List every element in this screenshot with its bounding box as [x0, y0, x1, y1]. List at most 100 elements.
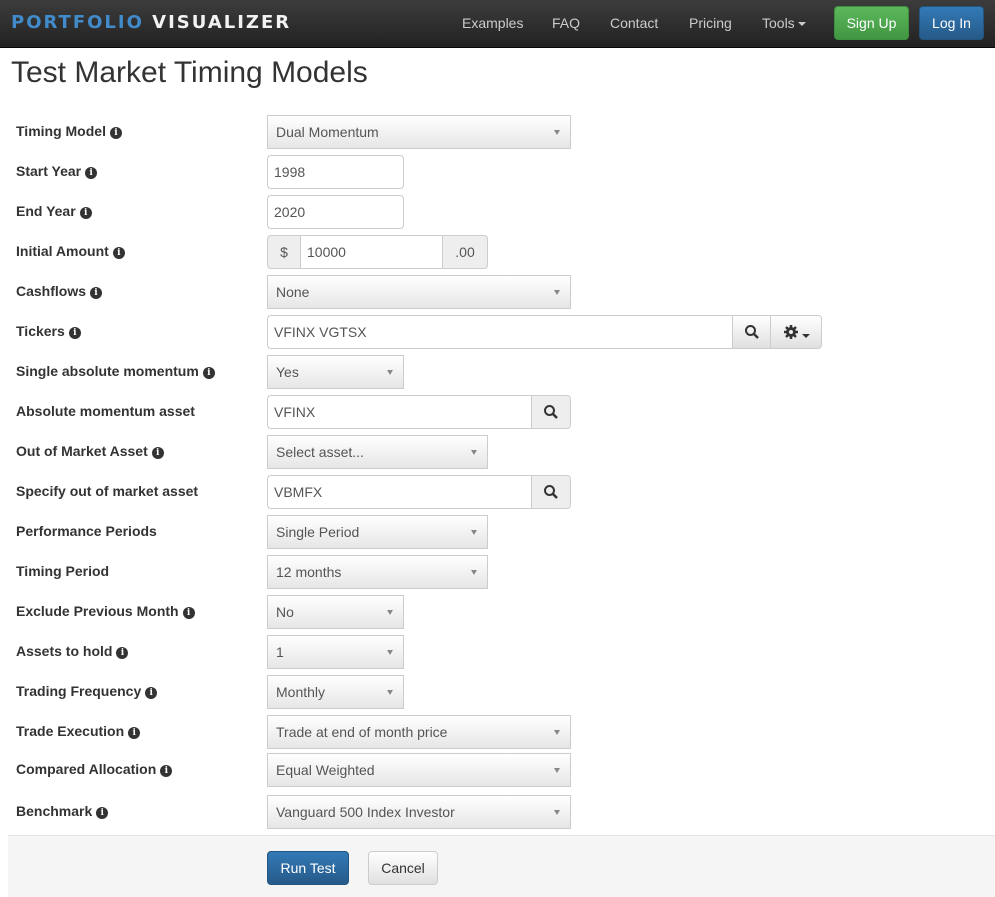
compared-allocation-label: Compared Allocation i — [16, 761, 173, 777]
page-title: Test Market Timing Models — [11, 56, 368, 89]
out-of-market-asset-label: Out of Market Asset i — [16, 443, 164, 459]
out-asset-search-button[interactable] — [531, 475, 571, 509]
caret-down-icon — [801, 334, 810, 339]
dropdown-arrow-icon — [387, 650, 393, 655]
info-icon[interactable]: i — [128, 727, 141, 739]
exclude-prev-month-label: Exclude Previous Month i — [16, 603, 195, 619]
row-single-abs-momentum: Single absolute momentum i Yes — [0, 355, 995, 389]
timing-model-select[interactable]: Dual Momentum — [267, 115, 571, 149]
dropdown-arrow-icon — [471, 450, 477, 455]
out-of-market-asset-select[interactable]: Select asset... — [267, 435, 488, 469]
abs-momentum-asset-label: Absolute momentum asset — [16, 403, 195, 419]
sign-up-button[interactable]: Sign Up — [834, 6, 909, 40]
tickers-label: Tickers i — [16, 323, 81, 339]
info-icon[interactable]: i — [182, 607, 195, 619]
row-performance-periods: Performance Periods Single Period — [0, 515, 995, 549]
info-icon[interactable]: i — [151, 447, 164, 459]
cashflows-select[interactable]: None — [267, 275, 571, 309]
row-timing-period: Timing Period 12 months — [0, 555, 995, 589]
nav-examples[interactable]: Examples — [462, 15, 523, 31]
benchmark-label: Benchmark i — [16, 803, 109, 819]
info-icon[interactable]: i — [145, 687, 158, 699]
dropdown-arrow-icon — [554, 810, 560, 815]
end-year-input[interactable]: 2020 — [267, 195, 404, 229]
run-test-button[interactable]: Run Test — [267, 851, 349, 885]
info-icon[interactable]: i — [202, 367, 215, 379]
nav-tools-label: Tools — [762, 15, 795, 31]
row-trade-execution: Trade Execution i Trade at end of month p… — [0, 715, 995, 749]
assets-to-hold-label: Assets to hold i — [16, 643, 129, 659]
cancel-button[interactable]: Cancel — [368, 851, 438, 885]
info-icon[interactable]: i — [68, 327, 81, 339]
trade-execution-select[interactable]: Trade at end of month price — [267, 715, 571, 749]
abs-momentum-search-button[interactable] — [531, 395, 571, 429]
row-specify-out-asset: Specify out of market asset VBMFX — [0, 475, 995, 509]
row-start-year: Start Year i 1998 — [0, 155, 995, 189]
specify-out-asset-input[interactable]: VBMFX — [267, 475, 532, 509]
search-icon — [544, 485, 558, 499]
single-abs-momentum-label: Single absolute momentum i — [16, 363, 215, 379]
tickers-settings-button[interactable] — [770, 315, 822, 349]
tickers-search-button[interactable] — [732, 315, 771, 349]
exclude-prev-month-select[interactable]: No — [267, 595, 404, 629]
timing-period-label: Timing Period — [16, 563, 110, 579]
nav-contact[interactable]: Contact — [610, 15, 658, 31]
form-actions-footer — [8, 835, 995, 897]
dropdown-arrow-icon — [471, 570, 477, 575]
info-icon[interactable]: i — [109, 127, 122, 139]
compared-allocation-select[interactable]: Equal Weighted — [267, 753, 571, 787]
timing-model-label: Timing Model i — [16, 123, 122, 139]
brand-logo[interactable]: PORTFOLIO VISUALIZER — [11, 12, 291, 33]
start-year-label: Start Year i — [16, 163, 98, 179]
nav-pricing[interactable]: Pricing — [689, 15, 732, 31]
info-icon[interactable]: i — [96, 807, 109, 819]
dropdown-arrow-icon — [554, 290, 560, 295]
info-icon[interactable]: i — [79, 207, 92, 219]
nav-faq[interactable]: FAQ — [552, 15, 580, 31]
info-icon[interactable]: i — [112, 247, 125, 259]
log-in-button[interactable]: Log In — [919, 6, 984, 40]
trade-execution-label: Trade Execution i — [16, 723, 141, 739]
start-year-input[interactable]: 1998 — [267, 155, 404, 189]
initial-amount-input[interactable]: 10000 — [300, 235, 443, 269]
trading-frequency-select[interactable]: Monthly — [267, 675, 404, 709]
row-out-of-market-asset: Out of Market Asset i Select asset... — [0, 435, 995, 469]
brand-part1: PORTFOLIO — [11, 12, 144, 33]
info-icon[interactable]: i — [160, 765, 173, 777]
single-abs-momentum-select[interactable]: Yes — [267, 355, 404, 389]
benchmark-select[interactable]: Vanguard 500 Index Investor — [267, 795, 571, 829]
gear-icon — [783, 325, 798, 339]
navbar: PORTFOLIO VISUALIZER Examples FAQ Contac… — [0, 0, 995, 48]
dropdown-arrow-icon — [554, 730, 560, 735]
nav-tools[interactable]: Tools — [762, 15, 806, 31]
cashflows-label: Cashflows i — [16, 283, 103, 299]
row-exclude-prev-month: Exclude Previous Month i No — [0, 595, 995, 629]
dropdown-arrow-icon — [387, 690, 393, 695]
row-tickers: Tickers i VFINX VGTSX — [0, 315, 995, 349]
cents-suffix: .00 — [442, 235, 488, 269]
trading-frequency-label: Trading Frequency i — [16, 683, 158, 699]
row-trading-frequency: Trading Frequency i Monthly — [0, 675, 995, 709]
info-icon[interactable]: i — [90, 287, 103, 299]
dropdown-arrow-icon — [554, 130, 560, 135]
row-end-year: End Year i 2020 — [0, 195, 995, 229]
brand-part2: VISUALIZER — [152, 12, 292, 33]
search-icon — [744, 325, 759, 339]
timing-period-select[interactable]: 12 months — [267, 555, 488, 589]
search-icon — [544, 405, 558, 419]
currency-prefix: $ — [267, 235, 301, 269]
row-timing-model: Timing Model i Dual Momentum — [0, 115, 995, 149]
row-benchmark: Benchmark i Vanguard 500 Index Investor — [0, 795, 995, 829]
caret-down-icon — [797, 22, 806, 27]
info-icon[interactable]: i — [116, 647, 129, 659]
performance-periods-select[interactable]: Single Period — [267, 515, 488, 549]
abs-momentum-asset-input[interactable]: VFINX — [267, 395, 532, 429]
dropdown-arrow-icon — [387, 370, 393, 375]
assets-to-hold-select[interactable]: 1 — [267, 635, 404, 669]
row-assets-to-hold: Assets to hold i 1 — [0, 635, 995, 669]
dropdown-arrow-icon — [387, 610, 393, 615]
row-initial-amount: Initial Amount i $ 10000 .00 — [0, 235, 995, 269]
row-cashflows: Cashflows i None — [0, 275, 995, 309]
info-icon[interactable]: i — [85, 167, 98, 179]
tickers-input[interactable]: VFINX VGTSX — [267, 315, 733, 349]
